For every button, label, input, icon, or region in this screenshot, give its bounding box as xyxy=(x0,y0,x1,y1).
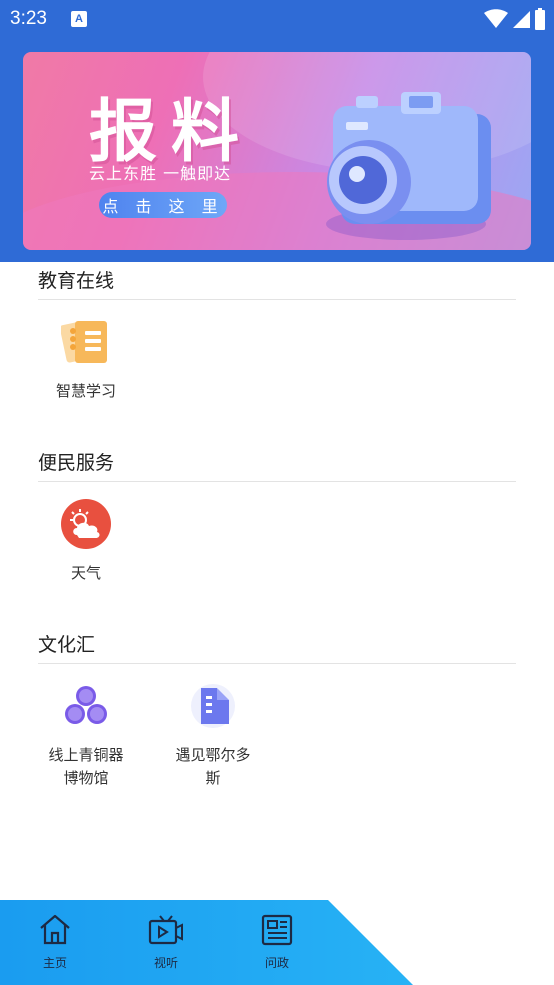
bottom-navigation: 主页 视听 问政 xyxy=(0,900,554,985)
item-label: 线上青铜器博物馆 xyxy=(48,746,124,787)
item-label: 遇见鄂尔多斯 xyxy=(175,746,251,787)
section-services: 便民服务 天气 xyxy=(38,448,516,582)
notification-icon: A xyxy=(70,11,87,27)
home-icon xyxy=(40,914,70,945)
nav-label: 主页 xyxy=(42,956,67,970)
nav-label: 视听 xyxy=(153,956,178,970)
signal-icon xyxy=(513,11,530,28)
tv-play-icon xyxy=(148,915,183,945)
status-bar: 3:23 A xyxy=(0,0,554,38)
study-notebook-icon xyxy=(58,314,114,370)
banner-click-button[interactable]: 点 击 这 里 xyxy=(99,192,227,218)
section-divider xyxy=(38,663,516,664)
item-meet-ordos[interactable]: 遇见鄂尔多斯 xyxy=(165,678,261,790)
banner-subtitle: 云上东胜 一触即达 xyxy=(89,164,232,183)
nav-label: 问政 xyxy=(264,956,289,970)
camera-icon xyxy=(326,92,491,240)
nav-home[interactable]: 主页 xyxy=(25,914,85,971)
section-education: 教育在线 智慧学习 xyxy=(38,266,516,400)
document-icon xyxy=(185,678,241,734)
section-title: 教育在线 xyxy=(38,270,115,292)
item-smart-learning[interactable]: 智慧学习 xyxy=(38,314,134,403)
battery-icon xyxy=(535,8,545,30)
status-time: 3:23 xyxy=(10,8,47,29)
wifi-icon xyxy=(484,9,508,28)
section-title: 文化汇 xyxy=(38,634,96,656)
status-indicators xyxy=(484,8,546,30)
item-label: 天气 xyxy=(70,564,101,582)
item-bronze-museum[interactable]: 线上青铜器博物馆 xyxy=(38,678,134,790)
section-divider xyxy=(38,481,516,482)
section-divider xyxy=(38,299,516,300)
newspaper-icon xyxy=(261,914,293,946)
weather-icon xyxy=(58,496,114,552)
item-label: 智慧学习 xyxy=(55,382,116,400)
museum-circles-icon xyxy=(58,678,114,734)
section-title: 便民服务 xyxy=(38,452,115,474)
nav-politics[interactable]: 问政 xyxy=(247,914,307,971)
item-weather[interactable]: 天气 xyxy=(38,496,134,585)
section-culture: 文化汇 线上青铜器博物馆 遇见鄂尔多斯 xyxy=(38,630,516,787)
promo-banner[interactable]: 报料 云上东胜 一触即达 点 击 这 里 xyxy=(23,52,531,250)
nav-video[interactable]: 视听 xyxy=(136,914,196,971)
